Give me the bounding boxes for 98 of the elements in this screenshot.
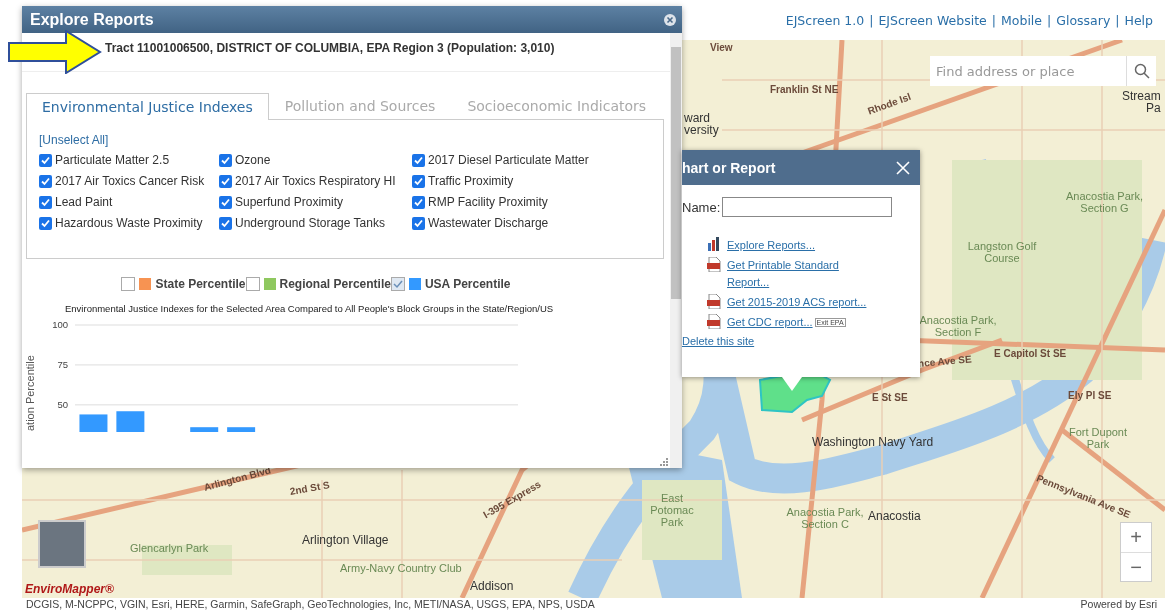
map-label: versity: [684, 124, 719, 138]
chart-bar: [116, 411, 145, 432]
map-label: Langston Golf Course: [966, 240, 1038, 265]
checkbox[interactable]: [219, 216, 232, 230]
report-link[interactable]: Get CDC report...: [727, 314, 813, 331]
close-button[interactable]: [896, 160, 910, 175]
map-label: Anacostia: [868, 510, 921, 524]
map-label: E Capitol St SE: [994, 348, 1067, 359]
checkbox[interactable]: [39, 153, 52, 167]
checkbox-label: Ozone: [235, 153, 271, 167]
search-button[interactable]: [1126, 56, 1156, 86]
checkbox-label: 2017 Diesel Particulate Matter: [428, 153, 589, 167]
field-label: Name:: [682, 199, 721, 215]
map-label: Arlington Village: [302, 534, 389, 548]
map-label: Franklin St NE: [770, 84, 839, 95]
map-label: 2nd St S: [289, 479, 331, 497]
map-label: Stream: [1122, 90, 1161, 103]
map-label: Army-Navy Country Club: [340, 562, 462, 575]
checkbox-label: Superfund Proximity: [235, 195, 344, 209]
popup-title: hart or Report: [682, 159, 776, 176]
legend-label: Regional Percentile: [279, 277, 391, 291]
location-text: Tract 11001006500, DISTRICT OF COLUMBIA, EPA Region 3 (Population: 3,010): [105, 41, 555, 55]
axis-tick-label: 50: [57, 398, 68, 410]
checkbox-label: RMP Facility Proximity: [428, 195, 548, 209]
tab[interactable]: Environmental Justice Indexes: [26, 93, 269, 120]
link-separator: |: [1115, 12, 1120, 28]
chart-bar: [227, 427, 256, 432]
chart-title: Environmental Justice Indexes for the Selected Area Compared to All People's Block Groups in the State/Region/US: [65, 305, 554, 314]
legend-label: State Percentile: [155, 277, 246, 291]
link-separator: |: [869, 12, 874, 28]
map-label: Fort Dupont Park: [1068, 426, 1128, 451]
bar-chart-icon: [707, 237, 721, 251]
checkbox-label: Lead Paint: [55, 195, 113, 209]
checkbox[interactable]: [245, 277, 260, 291]
checkbox[interactable]: [39, 216, 52, 230]
axis-tick-label: 100: [52, 319, 68, 330]
close-icon[interactable]: [664, 13, 676, 26]
axis-tick-label: 75: [57, 358, 68, 370]
link-separator: |: [991, 12, 996, 28]
map-label: ward: [684, 112, 710, 125]
powered-by: Powered by Esri: [1080, 598, 1157, 611]
checkbox[interactable]: [412, 195, 425, 209]
pdf-file-icon: [707, 294, 721, 309]
map-label: Anacostia Park, Section G: [1064, 190, 1144, 215]
checkbox[interactable]: [390, 277, 405, 291]
checkbox[interactable]: [121, 277, 136, 291]
search-field[interactable]: Find address or place: [930, 56, 1126, 86]
checkbox[interactable]: [219, 153, 232, 167]
report-link[interactable]: Get Printable Standard Report...: [727, 257, 877, 291]
delete-link[interactable]: Delete this site: [682, 335, 755, 347]
logo: EnviroMapper®: [25, 582, 114, 596]
resize-grip-icon[interactable]: [660, 458, 668, 466]
checkbox-label: 2017 Air Toxics Respiratory HI: [235, 174, 396, 188]
header-link[interactable]: Glossary: [1056, 12, 1111, 28]
basemap-thumbnail[interactable]: [38, 520, 86, 568]
map-label: East Potomac Park: [649, 492, 695, 529]
header-link[interactable]: EJScreen Website: [878, 12, 987, 28]
map-label: Rhode Isl: [866, 90, 913, 117]
header-link[interactable]: Help: [1124, 12, 1153, 28]
map-label: Glencarlyn Park: [130, 542, 209, 555]
pdf-file-icon: [707, 257, 721, 272]
name-field[interactable]: [722, 197, 893, 217]
dialog-title: Explore Reports: [30, 10, 154, 29]
map-label: Anacostia Park, Section F: [918, 314, 998, 339]
attribution: DCGIS, M-NCPPC, VGIN, Esri, HERE, Garmin, SafeGraph, GeoTechnologies, Inc, METI/NASA, USGS, EPA, NPS, USDA: [26, 598, 595, 611]
checkbox-label: Traffic Proximity: [428, 174, 514, 188]
arrow-icon: [8, 30, 102, 74]
map-label: Arlington Blvd: [202, 464, 272, 493]
chart-bar: [79, 414, 108, 432]
legend-label: USA Percentile: [424, 277, 511, 291]
checkbox-label: Underground Storage Tanks: [235, 216, 385, 230]
checkbox-label: Hazardous Waste Proximity: [55, 216, 203, 230]
axis-title: ation Percentile: [24, 355, 36, 431]
map-label: Washington Navy Yard: [812, 436, 934, 450]
report-link[interactable]: Get 2015-2019 ACS report...: [727, 294, 867, 311]
checkbox[interactable]: [412, 216, 425, 230]
checkbox[interactable]: [219, 195, 232, 209]
map-label: E St SE: [872, 392, 908, 403]
pdf-file-icon: [707, 314, 721, 329]
map-label: View: [710, 42, 733, 53]
checkbox[interactable]: [39, 195, 52, 209]
header-link[interactable]: Mobile: [1001, 12, 1043, 28]
checkbox-label: 2017 Air Toxics Cancer Risk: [55, 174, 205, 188]
map-label: Addison: [470, 580, 514, 594]
scrollbar-thumb[interactable]: [671, 47, 681, 299]
report-link[interactable]: Explore Reports...: [727, 237, 816, 254]
checkbox[interactable]: [39, 174, 52, 188]
link-separator: |: [1047, 12, 1052, 28]
search-icon: [1133, 63, 1150, 79]
checkbox-label: Particulate Matter 2.5: [55, 153, 170, 167]
chart-bar: [190, 427, 219, 432]
checkbox[interactable]: [412, 153, 425, 167]
map-label: Pa: [1146, 102, 1161, 116]
header-link[interactable]: EJScreen 1.0: [785, 12, 865, 28]
checkbox[interactable]: [219, 174, 232, 188]
unselect-all-link[interactable]: [Unselect All]: [39, 133, 109, 147]
checkbox-label: Wastewater Discharge: [428, 216, 549, 230]
checkbox[interactable]: [412, 174, 425, 188]
